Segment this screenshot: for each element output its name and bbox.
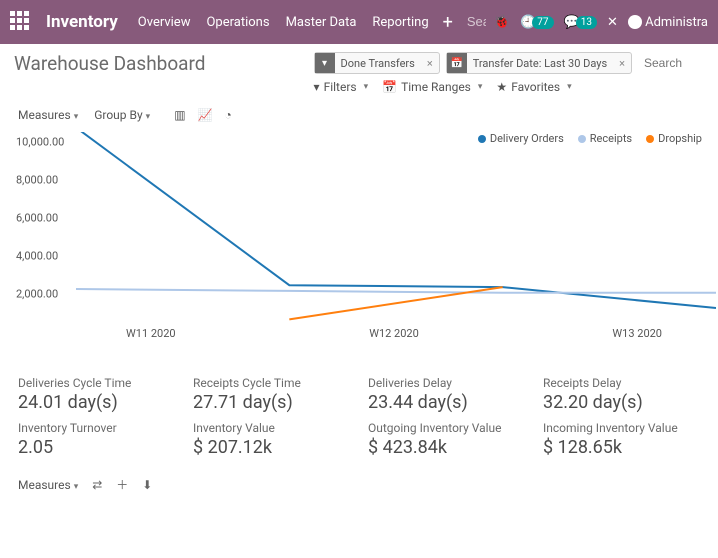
kpi-card: Inventory Turnover 2.05 <box>18 421 175 458</box>
search-facets: ▾ Done Transfers × 📅 Transfer Date: Last… <box>314 52 704 74</box>
kpi-label: Outgoing Inventory Value <box>368 421 525 435</box>
chart-svg <box>76 132 716 332</box>
messages-icon[interactable]: 💬13 <box>564 15 597 30</box>
favorites-label: Favorites <box>511 80 560 94</box>
kpi-value: 27.71 day(s) <box>193 392 350 413</box>
facet-remove-icon[interactable]: × <box>613 57 631 70</box>
facet-label: Done Transfers <box>335 57 421 70</box>
activities-badge: 77 <box>532 16 553 29</box>
filters-dropdown[interactable]: ▾ Filters <box>314 80 369 94</box>
kpi-grid: Deliveries Cycle Time 24.01 day(s) Receipt… <box>0 362 718 466</box>
y-axis-tick: 6,000.00 <box>16 212 58 225</box>
kpi-card: Deliveries Delay 23.44 day(s) <box>368 376 525 413</box>
menu-reporting[interactable]: Reporting <box>372 15 428 30</box>
funnel-icon: ▾ <box>315 53 335 73</box>
groupby-dropdown[interactable]: Group By <box>94 108 150 122</box>
messages-badge: 13 <box>576 16 597 29</box>
y-axis-tick: 8,000.00 <box>16 174 58 187</box>
chart-series-line <box>76 289 716 293</box>
favorites-dropdown[interactable]: ★ Favorites <box>496 80 571 94</box>
debug-icon[interactable]: 🐞 <box>494 15 510 30</box>
kpi-card: Receipts Cycle Time 27.71 day(s) <box>193 376 350 413</box>
star-icon: ★ <box>496 80 507 94</box>
filters-label: Filters <box>324 80 357 94</box>
kpi-label: Receipts Cycle Time <box>193 376 350 390</box>
kpi-value: 32.20 day(s) <box>543 392 700 413</box>
user-name: Administra <box>645 15 708 30</box>
user-menu[interactable]: Administra <box>628 15 708 30</box>
search-input[interactable] <box>644 56 704 70</box>
kpi-label: Inventory Turnover <box>18 421 175 435</box>
kpi-label: Deliveries Delay <box>368 376 525 390</box>
calendar-icon: 📅 <box>382 80 397 94</box>
kpi-value: 23.44 day(s) <box>368 392 525 413</box>
kpi-card: Receipts Delay 32.20 day(s) <box>543 376 700 413</box>
calendar-icon: 📅 <box>447 53 467 73</box>
flip-axis-icon[interactable]: ⇄ <box>92 478 102 492</box>
measures-dropdown-bottom[interactable]: Measures <box>18 478 78 492</box>
app-brand[interactable]: Inventory <box>46 12 118 32</box>
chart-area: Delivery Orders Receipts Dropship 10,000… <box>6 132 712 362</box>
kpi-label: Inventory Value <box>193 421 350 435</box>
close-icon[interactable]: ✕ <box>607 15 618 30</box>
line-chart-icon[interactable]: 📈 <box>198 108 213 122</box>
menu-operations[interactable]: Operations <box>206 15 269 30</box>
y-axis-tick: 10,000.00 <box>16 136 64 149</box>
x-axis-tick: W12 2020 <box>369 327 419 340</box>
y-axis-tick: 4,000.00 <box>16 250 58 263</box>
kpi-card: Incoming Inventory Value $ 128.65k <box>543 421 700 458</box>
kpi-value: $ 207.12k <box>193 437 350 458</box>
activities-icon[interactable]: 🕘77 <box>520 15 553 30</box>
measures-dropdown[interactable]: Measures <box>18 108 78 122</box>
menu-master-data[interactable]: Master Data <box>286 15 357 30</box>
pie-chart-icon[interactable]: ◔ <box>225 108 232 122</box>
kpi-value: $ 128.65k <box>543 437 700 458</box>
facet-label: Transfer Date: Last 30 Days <box>467 57 613 70</box>
global-search-input[interactable] <box>467 14 486 29</box>
kpi-value: $ 423.84k <box>368 437 525 458</box>
facet-done-transfers[interactable]: ▾ Done Transfers × <box>314 52 440 74</box>
main-menu: Overview Operations Master Data Reportin… <box>138 15 429 30</box>
x-axis-tick: W11 2020 <box>126 327 176 340</box>
apps-icon[interactable] <box>10 11 32 33</box>
avatar <box>628 15 642 29</box>
kpi-label: Incoming Inventory Value <box>543 421 700 435</box>
y-axis-tick: 2,000.00 <box>16 288 58 301</box>
time-ranges-dropdown[interactable]: 📅 Time Ranges <box>382 80 482 94</box>
facet-remove-icon[interactable]: × <box>421 57 439 70</box>
chart-series-line <box>76 132 716 308</box>
facet-transfer-date[interactable]: 📅 Transfer Date: Last 30 Days × <box>446 52 632 74</box>
kpi-card: Inventory Value $ 207.12k <box>193 421 350 458</box>
kpi-value: 24.01 day(s) <box>18 392 175 413</box>
page-title: Warehouse Dashboard <box>14 52 304 75</box>
kpi-card: Outgoing Inventory Value $ 423.84k <box>368 421 525 458</box>
kpi-card: Deliveries Cycle Time 24.01 day(s) <box>18 376 175 413</box>
x-axis-tick: W13 2020 <box>612 327 662 340</box>
time-ranges-label: Time Ranges <box>401 80 471 94</box>
bar-chart-icon[interactable]: ▥ <box>174 108 185 122</box>
kpi-label: Deliveries Cycle Time <box>18 376 175 390</box>
menu-overview[interactable]: Overview <box>138 15 191 30</box>
funnel-icon: ▾ <box>314 80 320 94</box>
download-icon[interactable]: ⬇ <box>142 478 152 492</box>
new-icon[interactable]: + <box>443 12 453 33</box>
kpi-label: Receipts Delay <box>543 376 700 390</box>
kpi-value: 2.05 <box>18 437 175 458</box>
expand-icon[interactable]: ＋ <box>116 476 128 493</box>
